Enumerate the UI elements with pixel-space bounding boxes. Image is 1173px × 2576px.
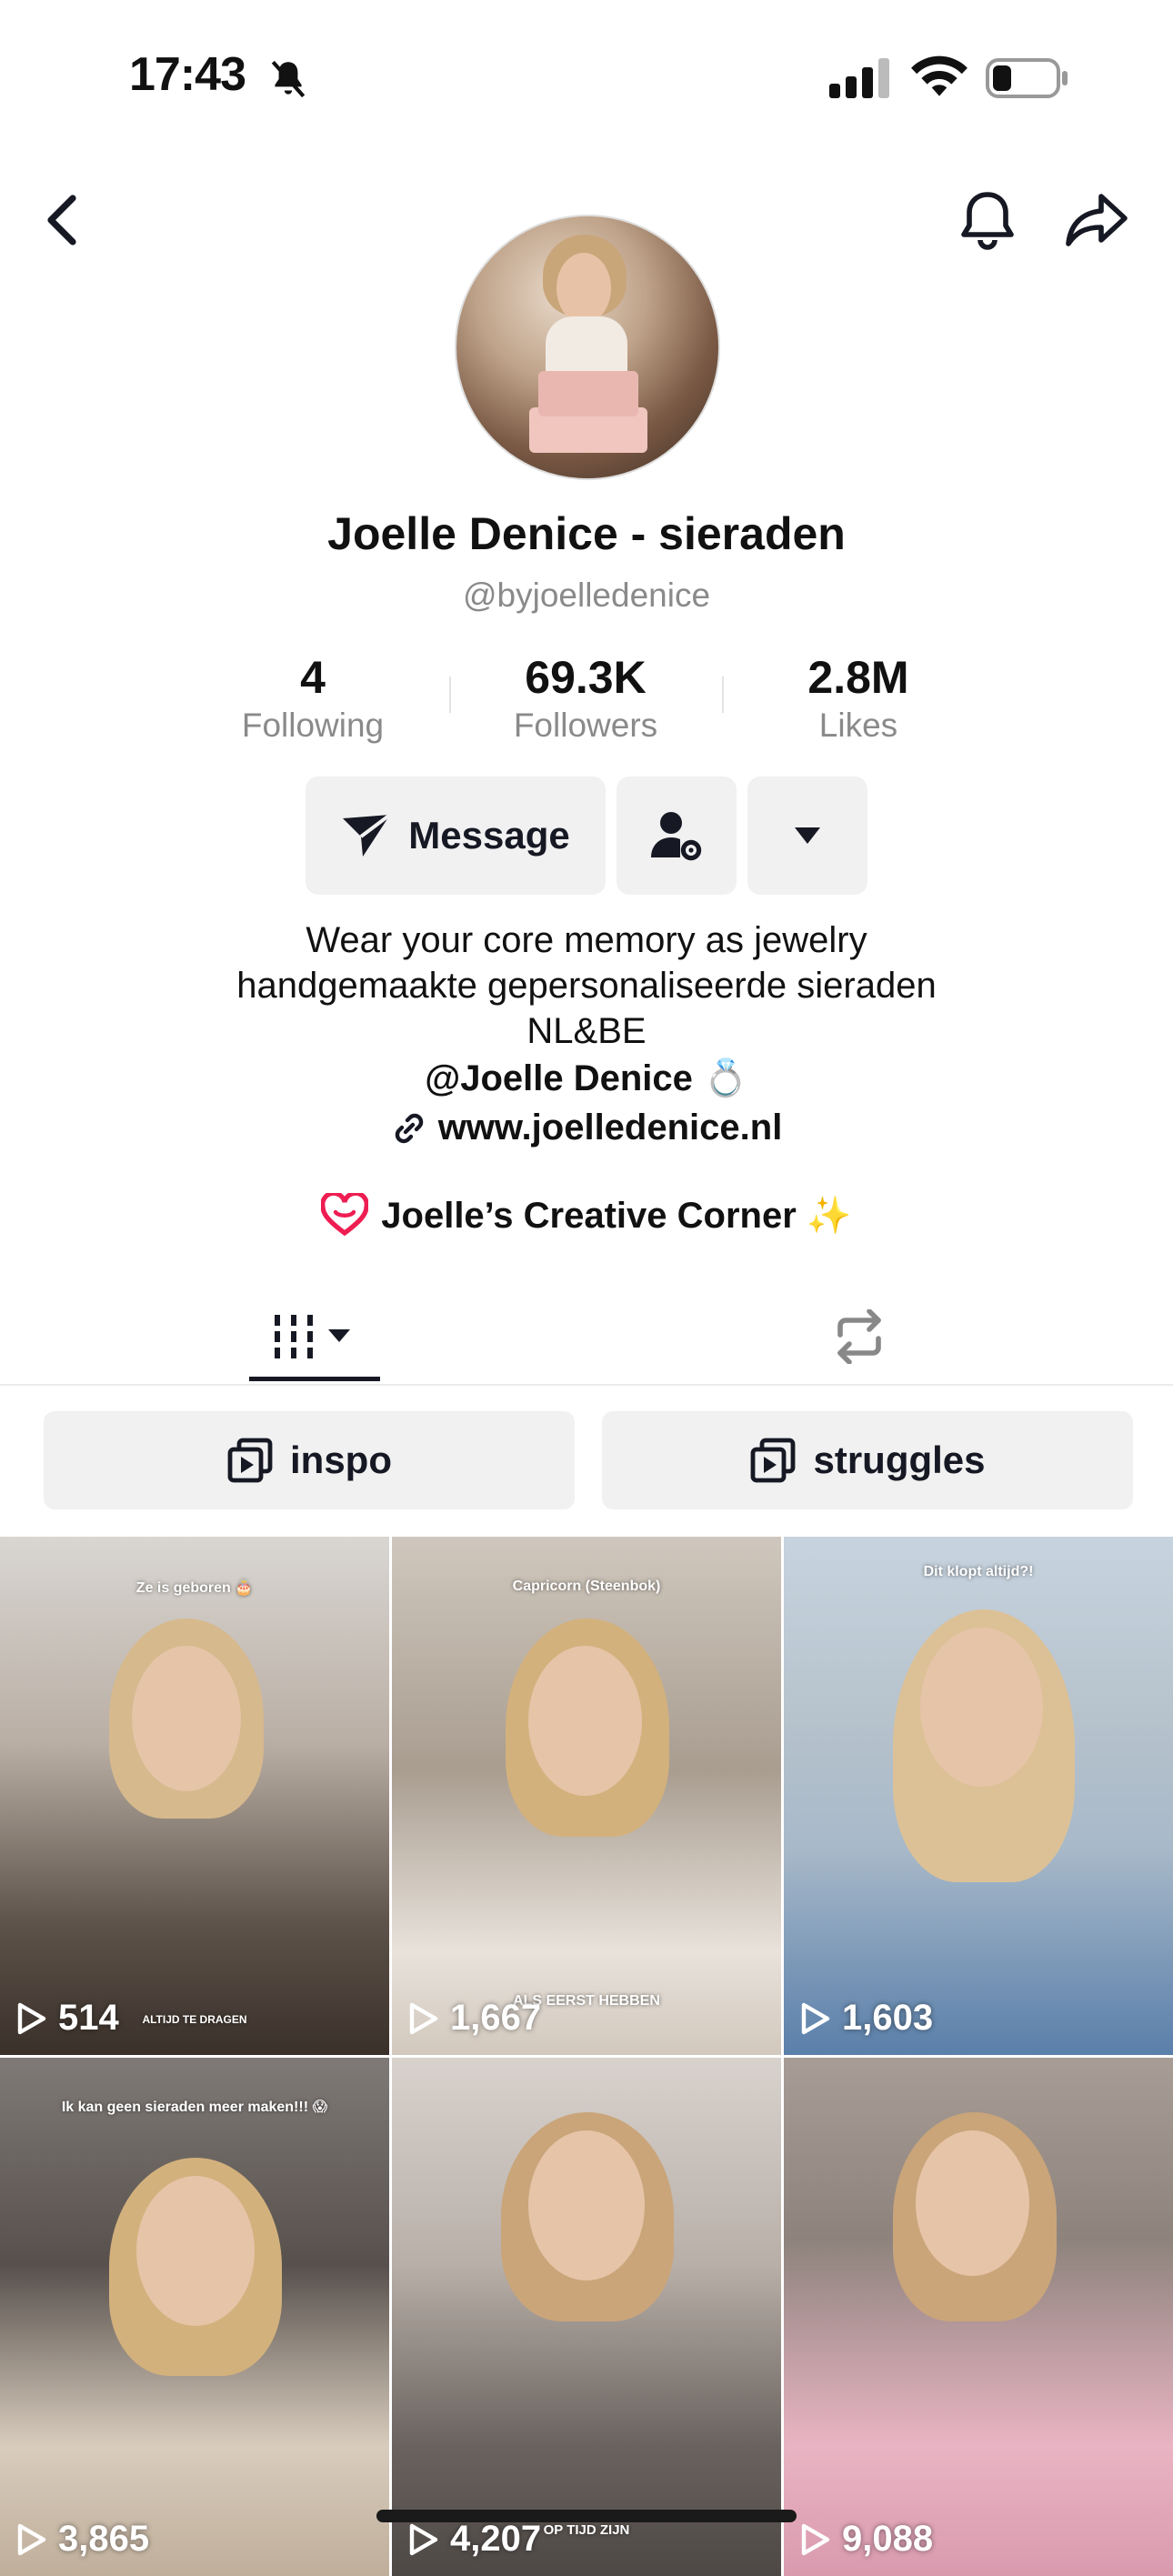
share-button[interactable] (1060, 184, 1133, 256)
view-count-value: 3,865 (58, 2519, 150, 2559)
notification-button[interactable] (951, 184, 1024, 256)
repost-icon (837, 1309, 881, 1364)
view-count-value: 1,603 (842, 1998, 934, 2038)
view-count-value: 9,088 (842, 2519, 934, 2559)
profile-name: Joelle Denice - sieraden (327, 508, 846, 559)
tabs-divider (0, 1384, 1173, 1386)
view-count: 514 (16, 1998, 119, 2039)
play-icon (801, 2523, 830, 2555)
stat-label: Likes (818, 707, 898, 744)
home-indicator[interactable] (376, 2510, 797, 2522)
video-caption-top: Capricorn (Steenbok) (512, 1579, 661, 1594)
stat-divider (449, 677, 451, 713)
bio-line: Wear your core memory as jewelry (306, 920, 867, 960)
back-button[interactable] (25, 184, 98, 256)
bio-line: NL&BE (526, 1011, 647, 1051)
video-caption-top: Dit klopt altijd?! (923, 1564, 1034, 1579)
stat-value: 69.3K (525, 652, 647, 703)
playlist-icon (227, 1438, 273, 1483)
video-thumbnail[interactable]: Dit klopt altijd?! 1,603 (784, 1537, 1173, 2055)
video-thumbnail[interactable]: Capricorn (Steenbok) ALS EERST HEBBEN 1,… (392, 1537, 781, 2055)
tab-reposts[interactable] (818, 1295, 900, 1378)
follow-settings-button[interactable] (617, 777, 737, 895)
stat-label: Followers (513, 707, 658, 744)
caret-down-icon (795, 827, 820, 844)
playlist-label: struggles (813, 1438, 986, 1481)
share-arrow-icon (1066, 194, 1128, 246)
view-count: 1,603 (800, 1998, 933, 2039)
grid-columns-icon (275, 1315, 350, 1358)
stat-followers[interactable]: 69.3K Followers (467, 651, 704, 747)
subscription-heart-icon (321, 1193, 369, 1237)
paper-plane-icon (343, 813, 392, 857)
chevron-left-icon (47, 195, 76, 246)
view-count-value: 1,667 (450, 1998, 542, 2038)
more-options-button[interactable] (747, 777, 867, 895)
view-count: 3,865 (16, 2519, 149, 2560)
stat-label: Following (241, 707, 385, 744)
tab-videos[interactable] (247, 1295, 380, 1378)
bio-line: handgemaakte gepersonaliseerde sieraden (236, 966, 937, 1006)
play-icon (409, 2523, 438, 2555)
view-count-value: 4,207 (450, 2519, 542, 2559)
battery-icon (986, 58, 1068, 98)
cell-signal-icon (829, 58, 889, 98)
play-icon (17, 2523, 46, 2555)
video-caption-top: Ik kan geen sieraden meer maken!!! 😱 (61, 2100, 328, 2115)
playlist-label: inspo (290, 1438, 392, 1481)
message-button[interactable]: Message (306, 777, 606, 895)
stat-divider (722, 677, 724, 713)
video-thumbnail[interactable]: 9,088 (784, 2058, 1173, 2576)
user-gear-icon (651, 812, 702, 861)
stat-value: 2.8M (807, 652, 909, 703)
website-link-text: www.joelledenice.nl (437, 1108, 783, 1148)
creative-corner-label: Joelle’s Creative Corner ✨ (381, 1195, 852, 1236)
video-thumbnail[interactable]: Ze is geboren 🎂 ALTIJD TE DRAGEN 514 (0, 1537, 389, 2055)
video-thumbnail[interactable]: Ik kan geen sieraden meer maken!!! 😱 3,8… (0, 2058, 389, 2576)
stat-value: 4 (300, 652, 326, 703)
bio-mention-link[interactable]: @Joelle Denice 💍 (0, 1057, 1173, 1099)
status-time: 17:43 (129, 48, 246, 101)
message-button-label: Message (408, 814, 570, 857)
avatar[interactable] (455, 215, 720, 480)
profile-handle: @byjoelledenice (462, 576, 711, 614)
play-icon (801, 2002, 830, 2034)
video-caption-top: Ze is geboren 🎂 (135, 1580, 254, 1596)
view-count: 1,667 (408, 1998, 541, 2039)
bell-muted-icon (271, 60, 306, 98)
stat-following[interactable]: 4 Following (195, 651, 431, 747)
playlist-struggles[interactable]: struggles (602, 1411, 1133, 1509)
website-link[interactable]: www.joelledenice.nl (0, 1108, 1173, 1148)
video-grid: Ze is geboren 🎂 ALTIJD TE DRAGEN 514 Cap… (0, 1537, 1173, 2576)
bell-icon (961, 192, 1014, 250)
view-count: 4,207 (408, 2519, 541, 2560)
view-count-value: 514 (58, 1998, 119, 2038)
play-icon (17, 2002, 46, 2034)
video-thumbnail[interactable]: OP TIJD ZIJN 4,207 (392, 2058, 781, 2576)
playlist-inspo[interactable]: inspo (44, 1411, 575, 1509)
link-icon (395, 1113, 423, 1143)
wifi-icon (911, 55, 967, 96)
active-tab-indicator (249, 1377, 380, 1381)
view-count: 9,088 (800, 2519, 933, 2560)
playlist-icon (751, 1438, 796, 1483)
stat-likes[interactable]: 2.8M Likes (740, 651, 977, 747)
creative-corner-link[interactable]: Joelle’s Creative Corner ✨ (0, 1193, 1173, 1237)
play-icon (409, 2002, 438, 2034)
